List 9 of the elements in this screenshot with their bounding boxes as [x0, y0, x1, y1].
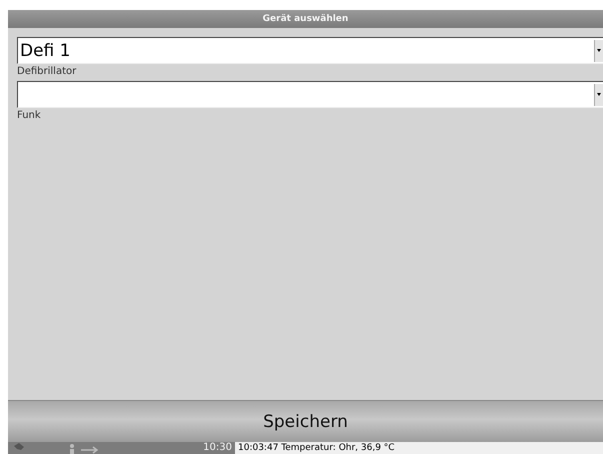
status-message: 10:03:47 Temperatur: Ohr, 36,9 °C: [235, 442, 603, 454]
dropdown-field[interactable]: Defi 1: [17, 37, 603, 64]
field-label: Funk: [17, 109, 42, 123]
save-button[interactable]: Speichern: [8, 400, 603, 442]
field-label: Defibrillator: [17, 65, 78, 79]
dropdown-field[interactable]: [17, 81, 603, 108]
person-icon: [68, 442, 76, 454]
window-title: Gerät auswählen: [8, 10, 603, 28]
status-time: 10:30: [203, 442, 233, 454]
